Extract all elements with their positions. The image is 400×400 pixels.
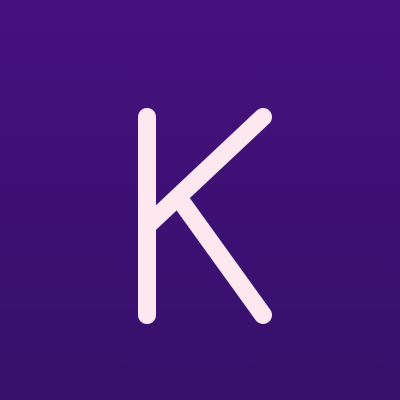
app-icon-tile: K	[0, 0, 400, 400]
k-upper-arm-stroke	[138, 108, 272, 235]
k-monogram-icon	[138, 108, 272, 324]
k-lower-leg-stroke	[169, 188, 272, 324]
